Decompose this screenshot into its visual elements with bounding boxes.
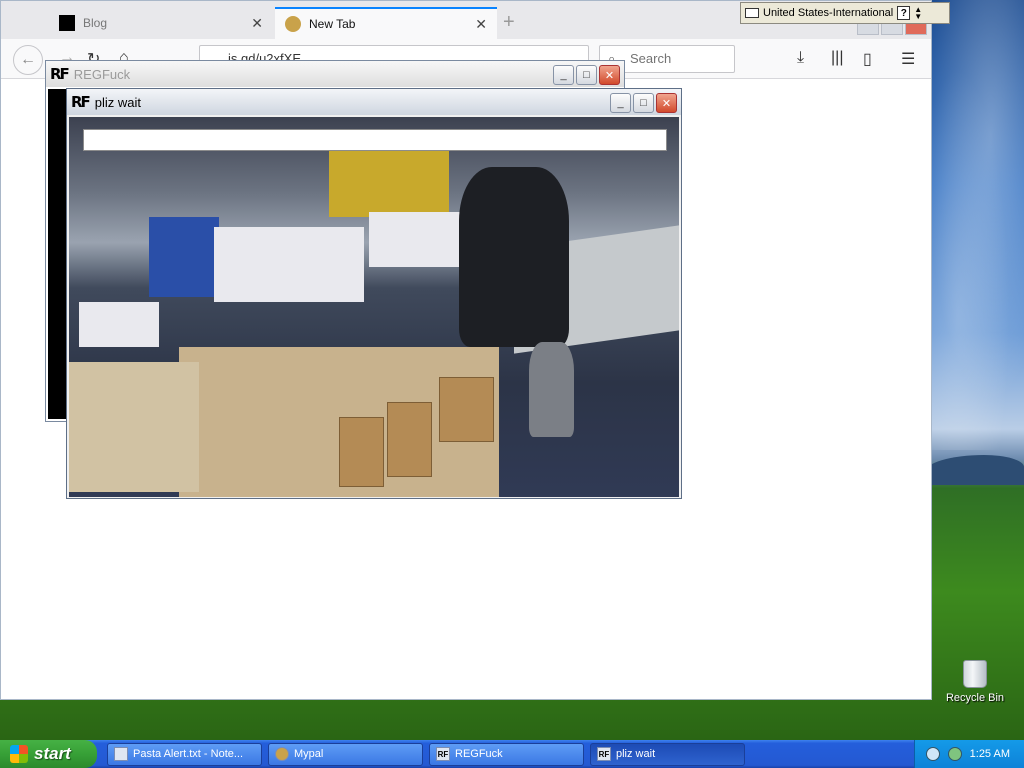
task-label: Mypal — [294, 748, 324, 760]
language-label: United States-International — [763, 7, 894, 19]
download-icon[interactable]: ⤓ — [797, 49, 804, 67]
task-label: Pasta Alert.txt - Note... — [133, 748, 244, 760]
tab-label: New Tab — [309, 17, 356, 31]
windows-logo-icon — [10, 745, 28, 763]
maximize-button[interactable]: □ — [576, 65, 597, 85]
photo-person-legs — [529, 342, 574, 437]
photo-box — [439, 377, 494, 442]
pliz-wait-window[interactable]: RF pliz wait _ □ ✕ — [66, 88, 682, 499]
close-icon[interactable]: ✕ — [475, 16, 487, 33]
photo-display-sign — [214, 227, 364, 302]
security-icon[interactable] — [947, 747, 962, 761]
photo-counter — [69, 362, 199, 492]
regfuck-titlebar[interactable]: RF REGFuck — [46, 61, 624, 87]
taskbar: start Pasta Alert.txt - Note... Mypal RF… — [0, 740, 1024, 768]
search-placeholder: Search — [630, 51, 672, 66]
photo-yellow-banner — [329, 147, 449, 217]
tab-label: Blog — [83, 16, 108, 30]
start-button[interactable]: start — [0, 740, 97, 768]
store-photo-image — [69, 117, 679, 497]
maximize-button[interactable]: □ — [633, 93, 654, 113]
taskbar-item-notepad[interactable]: Pasta Alert.txt - Note... — [107, 742, 262, 766]
recycle-bin-shortcut[interactable]: Recycle Bin — [940, 660, 1010, 704]
close-button[interactable]: ✕ — [656, 93, 677, 113]
regfuck-app-icon: RF — [71, 93, 91, 111]
help-icon[interactable]: ? — [897, 6, 911, 20]
library-icon[interactable]: ||| — [831, 49, 843, 67]
photo-display-sign — [79, 302, 159, 347]
mypal-favicon-icon — [285, 16, 301, 32]
keyboard-icon — [745, 8, 759, 18]
recycle-bin-label: Recycle Bin — [945, 692, 1005, 704]
network-icon[interactable] — [925, 747, 940, 761]
sidebar-icon[interactable]: ▯ — [863, 49, 872, 69]
back-arrow-icon[interactable]: ← — [13, 45, 43, 75]
system-tray: 1:25 AM — [914, 740, 1024, 768]
desktop-hill — [924, 455, 1024, 485]
taskbar-item-regfuck[interactable]: RF REGFuck — [429, 742, 584, 766]
regfuck-app-icon: RF — [597, 747, 611, 761]
task-label: REGFuck — [455, 748, 503, 760]
minimize-button[interactable]: _ — [553, 65, 574, 85]
photo-display-sign — [369, 212, 464, 267]
language-bar[interactable]: United States-International ? ▲ ▼ — [740, 2, 950, 24]
minimize-button[interactable]: _ — [610, 93, 631, 113]
menu-icon[interactable]: ☰ — [901, 49, 915, 69]
close-icon[interactable]: ✕ — [251, 15, 263, 32]
window-controls: _ □ ✕ — [553, 65, 620, 85]
start-label: start — [34, 744, 71, 763]
window-controls: _ □ ✕ — [610, 93, 677, 113]
tab-blog[interactable]: Blog ✕ — [49, 7, 273, 39]
mypal-icon — [275, 747, 289, 761]
recycle-bin-icon[interactable] — [963, 660, 987, 688]
taskbar-item-pliz-wait[interactable]: RF pliz wait — [590, 742, 745, 766]
photo-box — [339, 417, 384, 487]
pliz-wait-titlebar[interactable]: RF pliz wait — [67, 89, 681, 115]
photo-person — [459, 167, 569, 347]
photo-box — [387, 402, 432, 477]
taskbar-item-mypal[interactable]: Mypal — [268, 742, 423, 766]
langbar-options-icon[interactable]: ▲ ▼ — [914, 6, 922, 21]
tab-new-tab[interactable]: New Tab ✕ — [275, 7, 497, 39]
notepad-icon — [114, 747, 128, 761]
regfuck-app-icon: RF — [436, 747, 450, 761]
progress-bar — [83, 129, 667, 151]
regfuck-app-icon: RF — [50, 65, 70, 83]
close-button[interactable]: ✕ — [599, 65, 620, 85]
new-tab-plus-icon[interactable]: + — [503, 11, 515, 34]
task-label: pliz wait — [616, 748, 656, 760]
clock[interactable]: 1:25 AM — [970, 748, 1010, 760]
blog-favicon-icon — [59, 15, 75, 31]
photo-blue-sign — [149, 217, 219, 297]
window-title: REGFuck — [73, 66, 131, 82]
window-title: pliz wait — [94, 94, 142, 110]
